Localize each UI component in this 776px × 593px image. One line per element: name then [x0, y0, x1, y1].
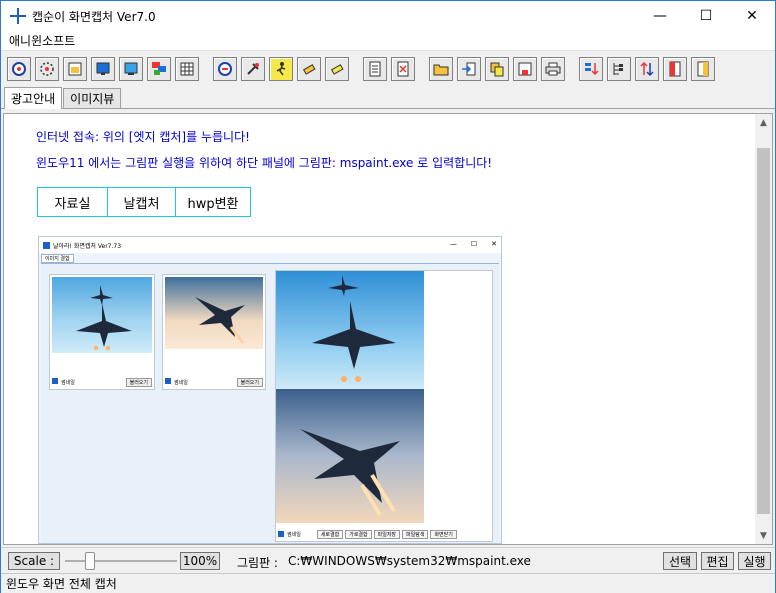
shot-card-2: 썸네일 불러오기: [162, 274, 266, 390]
tab-image-view[interactable]: 이미지뷰: [63, 88, 122, 108]
run-icon[interactable]: [269, 57, 293, 81]
shot-card-1: 썸네일 불러오기: [49, 274, 155, 390]
capture-window-icon[interactable]: [63, 57, 87, 81]
status-text: 윈도우 화면 전체 캡처: [6, 577, 117, 591]
scroll-up-icon[interactable]: ▲: [755, 114, 772, 131]
minimize-button[interactable]: —: [637, 1, 683, 31]
scroll-down-icon[interactable]: ▼: [755, 527, 772, 544]
settings-tools-icon[interactable]: [241, 57, 265, 81]
shot-title-bar: 날아라! 화면캡처 Ver7.73 — ☐ ✕: [39, 237, 501, 253]
title-bar[interactable]: 캡순이 화면캡처 Ver7.0 — ☐ ✕: [1, 1, 775, 31]
embedded-screenshot: 날아라! 화면캡처 Ver7.73 — ☐ ✕ 이미지 결합 썸네일 불러오기: [38, 236, 502, 544]
shot-combined-footer: 썸네일 세로결합 가로결합 파일저장 파일탐색 화면닫기: [278, 529, 490, 539]
paint-path[interactable]: C:₩WINDOWS₩system32₩mspaint.exe: [288, 554, 531, 568]
app-window: 캡순이 화면캡처 Ver7.0 — ☐ ✕ 애니윈소프트 광고안내 이미지뷰 인…: [0, 0, 776, 593]
open-folder-icon[interactable]: [429, 57, 453, 81]
eraser2-icon[interactable]: [325, 57, 349, 81]
run-button[interactable]: 실행: [738, 552, 771, 570]
app-icon: [10, 8, 26, 24]
link-archive[interactable]: 자료실: [38, 188, 108, 216]
maximize-button[interactable]: ☐: [683, 1, 729, 31]
select-button[interactable]: 선택: [663, 552, 697, 570]
window-title: 캡순이 화면캡처 Ver7.0: [32, 9, 156, 24]
import-icon[interactable]: [457, 57, 481, 81]
scale-slider-track[interactable]: [65, 560, 177, 562]
shot-title: 날아라! 화면캡처 Ver7.73: [53, 242, 122, 250]
shot-app-icon: [43, 241, 50, 249]
capture-region-icon[interactable]: [35, 57, 59, 81]
shot-card-1-footer: 썸네일 불러오기: [52, 377, 152, 387]
shot-maximize-icon: ☐: [470, 240, 478, 248]
swap-updown-icon[interactable]: [635, 57, 659, 81]
page-left-icon[interactable]: [663, 57, 687, 81]
scale-value: 100%: [180, 552, 220, 570]
toolbar: [1, 51, 775, 87]
link-table: 자료실 날캡처 hwp변환: [37, 187, 251, 217]
print-icon[interactable]: [541, 57, 565, 81]
document-delete-icon[interactable]: [391, 57, 415, 81]
scroll-thumb[interactable]: [757, 148, 770, 514]
shot-minimize-icon: —: [449, 240, 457, 248]
capture-monitor-icon[interactable]: [91, 57, 115, 81]
shot-combined-panel: 썸네일 세로결합 가로결합 파일저장 파일탐색 화면닫기: [275, 270, 493, 542]
shot-tab: 이미지 결합: [41, 254, 74, 263]
page-right-icon[interactable]: [691, 57, 715, 81]
jet-image-2: [165, 277, 263, 349]
scale-panel: Scale : 100% 그림판 : C:₩WINDOWS₩system32₩m…: [1, 547, 775, 573]
save-icon[interactable]: [513, 57, 537, 81]
link-nal-capture[interactable]: 날캡처: [108, 188, 176, 216]
sort-down-icon[interactable]: [579, 57, 603, 81]
content-panel: 인터넷 접속: 위의 [엣지 캡처]를 누릅니다! 윈도우11 에서는 그림판 …: [3, 113, 773, 545]
close-button[interactable]: ✕: [729, 1, 775, 31]
capture-multi-icon[interactable]: [147, 57, 171, 81]
copy-icon[interactable]: [485, 57, 509, 81]
scale-slider-thumb[interactable]: [85, 552, 95, 570]
tab-strip: 광고안내 이미지뷰: [1, 87, 775, 109]
menu-item-anisoft[interactable]: 애니윈소프트: [1, 32, 83, 49]
shot-inner: 썸네일 불러오기 썸네일 불러오기 썸네일 세로결합 가로결합 파일저장 파일탐…: [41, 263, 499, 543]
link-hwp-convert[interactable]: hwp변환: [176, 188, 250, 216]
tab-ad-info[interactable]: 광고안내: [4, 87, 63, 109]
jet-image-1: [52, 277, 152, 353]
tree-icon[interactable]: [607, 57, 631, 81]
jet-image-3: [276, 271, 424, 389]
edit-button[interactable]: 편집: [701, 552, 734, 570]
shot-close-icon: ✕: [491, 240, 497, 248]
capture-grid-icon[interactable]: [175, 57, 199, 81]
vertical-scrollbar[interactable]: ▲ ▼: [755, 114, 772, 544]
info-line-1: 인터넷 접속: 위의 [엣지 캡처]를 누릅니다!: [36, 130, 250, 144]
scroll-capture-icon[interactable]: [213, 57, 237, 81]
menu-bar: 애니윈소프트: [1, 31, 775, 51]
paint-label: 그림판 :: [237, 556, 278, 570]
status-bar: 윈도우 화면 전체 캡처: [1, 573, 775, 593]
scale-label: Scale :: [8, 552, 60, 570]
shot-card-2-footer: 썸네일 불러오기: [165, 377, 263, 387]
info-line-2: 윈도우11 에서는 그림판 실행을 위하여 하단 패널에 그림판: mspain…: [36, 156, 493, 170]
capture-fullscreen-icon[interactable]: [7, 57, 31, 81]
jet-image-4: [276, 389, 424, 523]
document-icon[interactable]: [363, 57, 387, 81]
capture-screen-icon[interactable]: [119, 57, 143, 81]
eraser-icon[interactable]: [297, 57, 321, 81]
